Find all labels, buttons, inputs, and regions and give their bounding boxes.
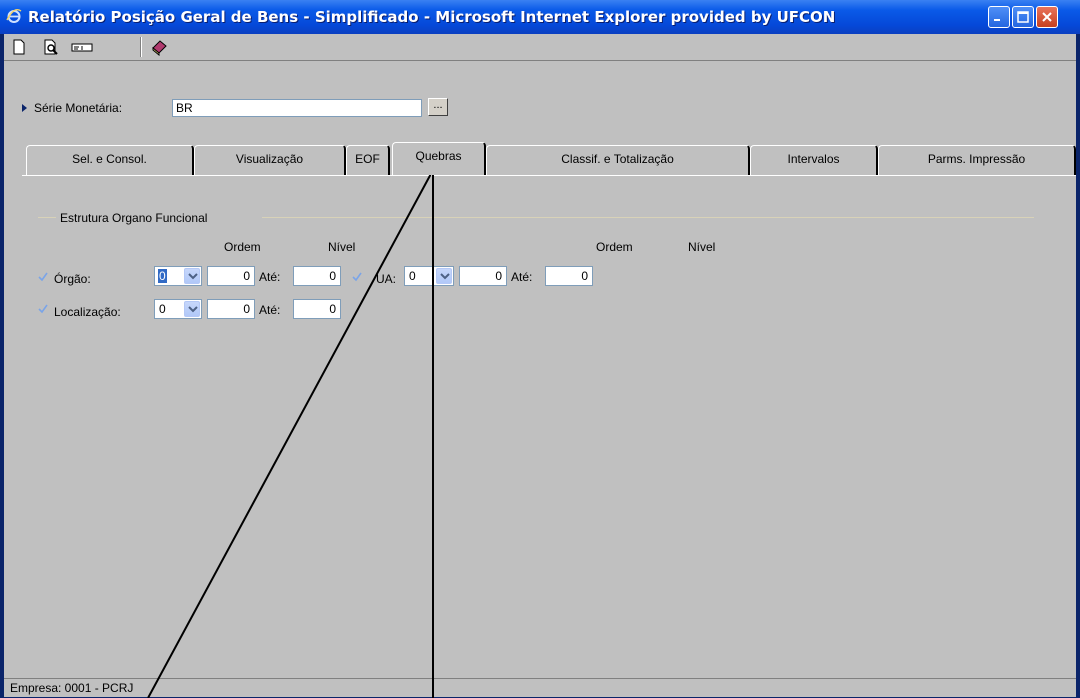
orgao-ordem-select[interactable]: 0 — [154, 266, 202, 286]
ie-window: Relatório Posição Geral de Bens - Simpli… — [0, 0, 1080, 698]
window-title: Relatório Posição Geral de Bens - Simpli… — [28, 8, 836, 26]
orgao-ate-label: Até: — [259, 270, 281, 284]
localizacao-ordem-value: 0 — [159, 302, 166, 316]
ua-ordem-value: 0 — [409, 269, 416, 283]
ua-ate-label: Até: — [511, 270, 533, 284]
header-nivel-ua: Nível — [688, 240, 716, 254]
serie-label: Série Monetária: — [34, 101, 123, 115]
orgao-ate-input[interactable]: 0 — [293, 266, 341, 286]
orgao-check-icon — [38, 272, 48, 282]
minimize-button[interactable] — [988, 6, 1010, 28]
tab-eof[interactable]: EOF — [346, 145, 390, 175]
close-icon — [1042, 12, 1052, 22]
tab-underline — [22, 175, 1076, 176]
localizacao-ordem-select[interactable]: 0 — [154, 299, 202, 319]
status-bar: Empresa: 0001 - PCRJ — [4, 678, 1076, 697]
chevron-down-icon[interactable] — [184, 301, 200, 317]
group-border-left — [38, 217, 56, 218]
localizacao-ate-input[interactable]: 0 — [293, 299, 341, 319]
tab-intervalos[interactable]: Intervalos — [750, 145, 878, 175]
ua-label: UA: — [376, 272, 397, 286]
field-icon[interactable] — [70, 38, 96, 56]
tab-classif-totalizacao[interactable]: Classif. e Totalização — [486, 145, 750, 175]
title-bar[interactable]: Relatório Posição Geral de Bens - Simpli… — [0, 0, 1080, 34]
localizacao-ate-label: Até: — [259, 303, 281, 317]
toolbar — [4, 34, 1076, 61]
orgao-nivel-input[interactable]: 0 — [207, 266, 255, 286]
new-document-icon[interactable] — [10, 38, 28, 56]
book-icon[interactable] — [150, 38, 168, 56]
serie-browse-button[interactable]: ... — [428, 98, 448, 116]
chevron-down-icon[interactable] — [184, 268, 200, 284]
status-text: Empresa: 0001 - PCRJ — [10, 681, 134, 695]
client-area: Série Monetária: BR ... Sel. e Consol. V… — [4, 34, 1076, 697]
localizacao-check-icon — [38, 304, 48, 314]
tab-visualizacao[interactable]: Visualização — [194, 145, 346, 175]
maximize-button[interactable] — [1012, 6, 1034, 28]
localizacao-nivel-input[interactable]: 0 — [207, 299, 255, 319]
ua-ate-input[interactable]: 0 — [545, 266, 593, 286]
chevron-down-icon[interactable] — [436, 268, 452, 284]
serie-expand-icon — [22, 104, 27, 112]
minimize-icon — [994, 19, 1000, 21]
maximize-icon — [1017, 11, 1029, 23]
header-ordem-ua: Ordem — [596, 240, 633, 254]
serie-input[interactable]: BR — [172, 99, 422, 117]
header-ordem: Ordem — [224, 240, 261, 254]
toolbar-separator — [140, 37, 142, 57]
header-nivel: Nível — [328, 240, 356, 254]
group-title: Estrutura Organo Funcional — [60, 211, 208, 225]
ua-ordem-select[interactable]: 0 — [404, 266, 454, 286]
orgao-ordem-value: 0 — [158, 269, 167, 283]
tab-parms-impressao[interactable]: Parms. Impressão — [878, 145, 1076, 175]
ua-check-icon — [352, 272, 362, 282]
group-border-right — [262, 217, 1034, 218]
tab-quebras[interactable]: Quebras — [392, 142, 486, 175]
close-button[interactable] — [1036, 6, 1058, 28]
print-preview-icon[interactable] — [42, 38, 60, 56]
orgao-label: Órgão: — [54, 272, 91, 286]
internet-explorer-icon — [6, 8, 22, 23]
tab-strip: Sel. e Consol. Visualização EOF Quebras … — [26, 142, 1076, 175]
localizacao-label: Localização: — [54, 305, 121, 319]
tab-sel-consol[interactable]: Sel. e Consol. — [26, 145, 194, 175]
ua-nivel-input[interactable]: 0 — [459, 266, 507, 286]
